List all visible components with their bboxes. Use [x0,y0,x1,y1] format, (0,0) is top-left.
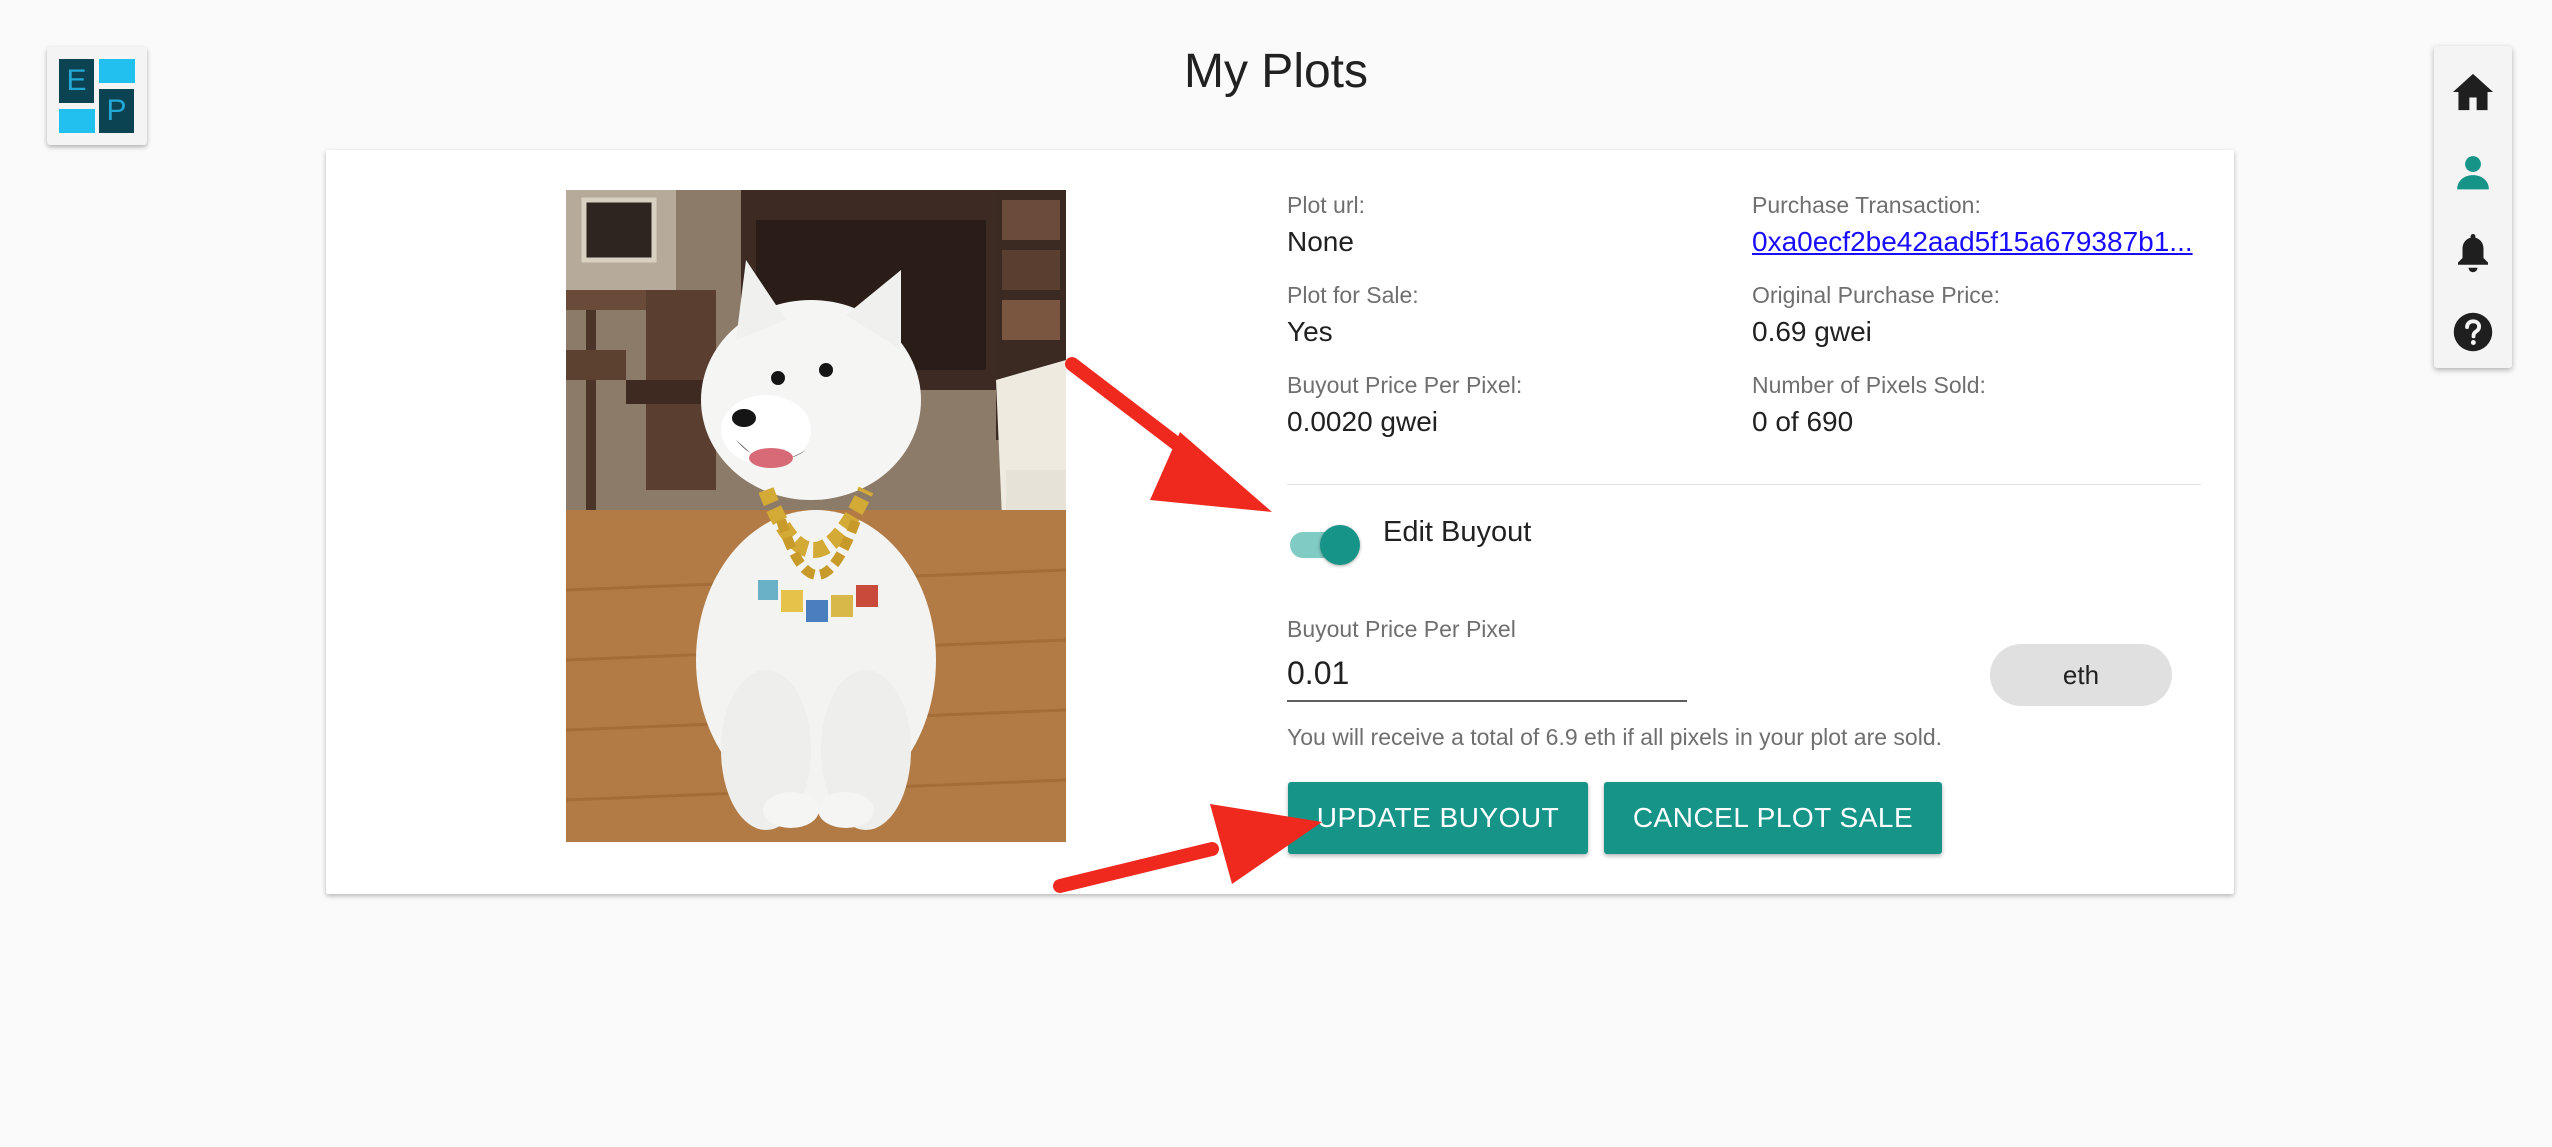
nav-notifications-button[interactable] [2434,213,2512,291]
buyout-price-input-label: Buyout Price Per Pixel [1287,616,1516,642]
cancel-plot-sale-button[interactable]: CANCEL PLOT SALE [1604,782,1942,854]
buyout-price-per-pixel-value: 0.0020 gwei [1287,406,1439,437]
nav-home-button[interactable] [2434,53,2512,131]
buyout-price-per-pixel-label: Buyout Price Per Pixel: [1287,372,1523,398]
pixels-sold-value: 0 of 690 [1752,406,1854,437]
update-buyout-button[interactable]: UPDATE BUYOUT [1288,782,1588,854]
plot-url-label: Plot url: [1287,192,1365,218]
plot-for-sale-value: Yes [1287,316,1333,347]
edit-buyout-toggle[interactable] [1288,518,1360,566]
purchase-transaction-link[interactable]: 0xa0ecf2be42aad5f15a679387b1... [1752,226,2197,258]
home-icon [2453,73,2493,111]
plot-image[interactable] [566,190,1066,842]
original-purchase-price-value: 0.69 gwei [1752,316,1872,347]
person-icon [2457,156,2489,190]
payout-helper-text: You will receive a total of 6.9 eth if a… [1287,724,1943,750]
logo-tile-light-bottom [59,109,95,133]
help-icon [2453,312,2493,352]
dog-photo-illustration [566,190,1066,842]
side-nav [2434,46,2512,368]
pixels-sold-label: Number of Pixels Sold: [1752,372,1986,398]
plot-for-sale-label: Plot for Sale: [1287,282,1419,308]
buyout-price-input[interactable] [1287,646,1687,702]
toggle-thumb [1320,525,1360,565]
nav-help-button[interactable] [2434,293,2512,371]
purchase-transaction-label: Purchase Transaction: [1752,192,1981,218]
section-divider [1287,484,2201,485]
nav-account-button[interactable] [2434,133,2512,211]
edit-buyout-label: Edit Buyout [1383,516,1532,548]
plot-url-value: None [1287,226,1354,257]
page: E P My Plots Plot url: None Purchase Tra… [0,0,2552,1147]
currency-unit-button[interactable]: eth [1990,644,2172,706]
plot-card: Plot url: None Purchase Transaction: 0xa… [326,150,2234,894]
original-purchase-price-label: Original Purchase Price: [1752,282,2000,308]
page-title: My Plots [1183,45,1369,98]
bell-icon [2458,234,2488,273]
